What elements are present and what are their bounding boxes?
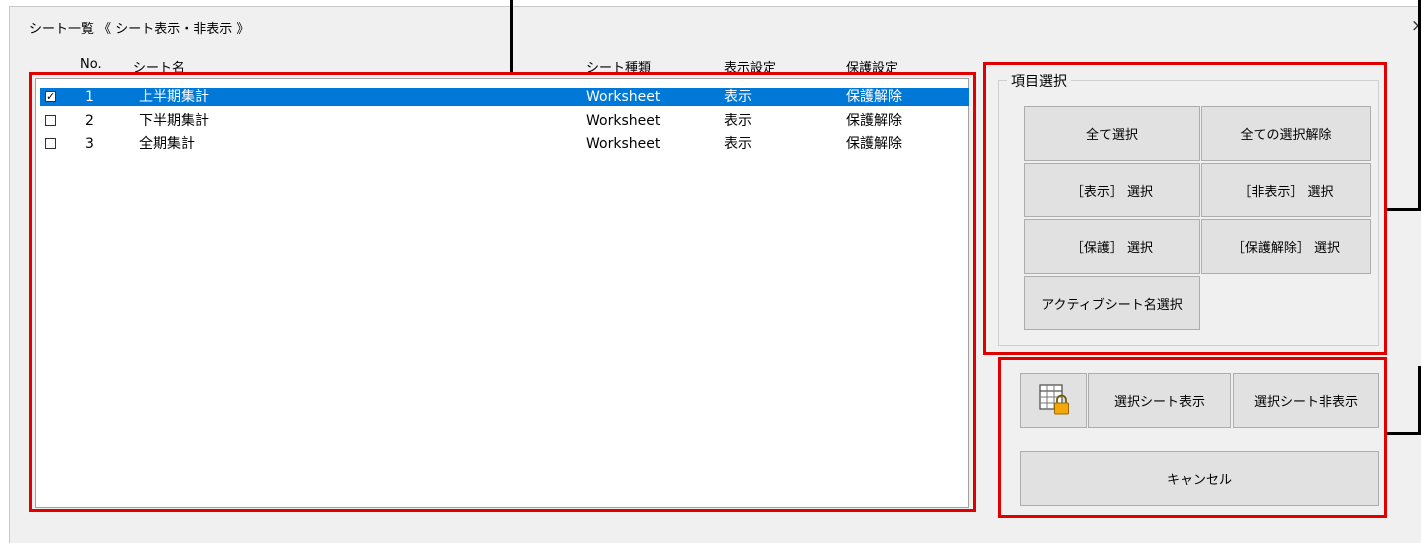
list-highlight-frame [29,72,976,512]
annotation-line-right-lower [1386,432,1421,435]
title-bar: シート一覧 《 シート表示・非表示 》 × [10,7,1421,45]
annotation-line-top [510,0,513,74]
dialog-title: シート一覧 《 シート表示・非表示 》 [29,22,250,37]
action-highlight-frame [998,357,1387,518]
selection-highlight-frame [983,62,1387,355]
column-header-no[interactable]: No. [80,57,102,72]
annotation-line-right-upper [1386,208,1421,211]
